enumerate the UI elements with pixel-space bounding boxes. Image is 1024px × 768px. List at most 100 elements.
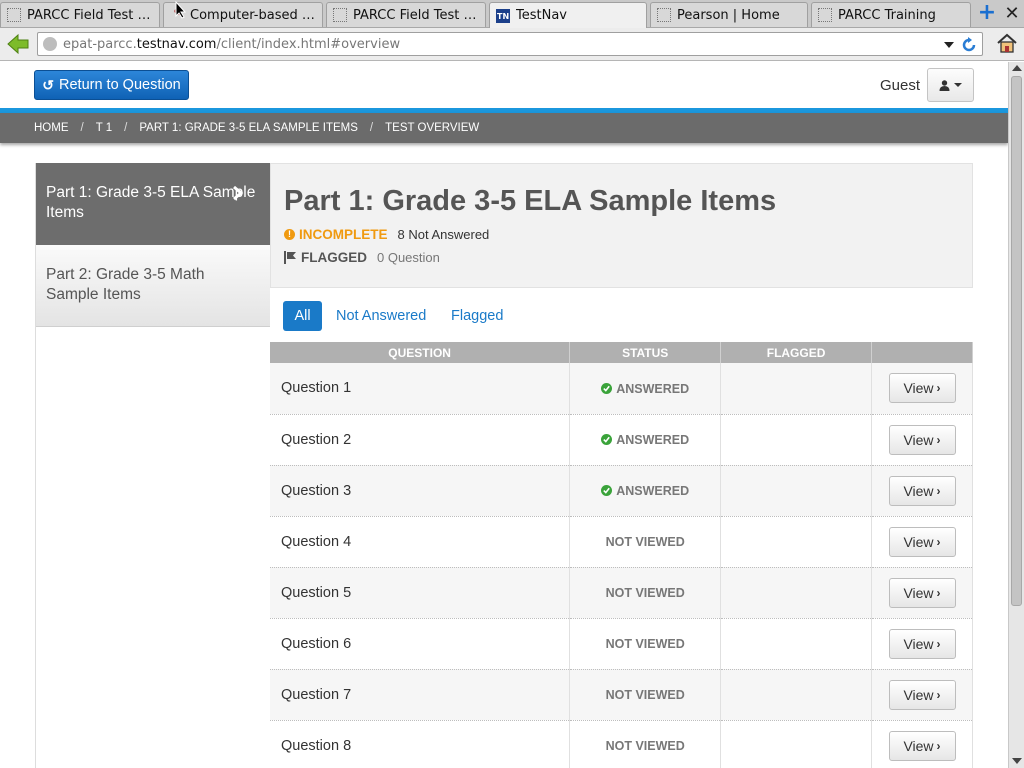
completion-status: ! INCOMPLETE 8 Not Answered [284, 227, 489, 242]
page-scrollbar[interactable] [1008, 62, 1024, 768]
question-name: Question 5 [270, 567, 571, 619]
table-row: Question 8 NOT VIEWED View › [270, 720, 973, 768]
browser-tab[interactable]: PARCC Training [811, 2, 971, 27]
question-action: View › [871, 363, 973, 415]
view-label: View [903, 431, 934, 448]
sidebar-item-label: Part 2: Grade 3-5 Math Sample Items [46, 266, 205, 303]
status-label: ANSWERED [616, 432, 690, 447]
question-action: View › [871, 567, 973, 619]
user-icon [939, 79, 950, 91]
table-row: Question 3 ANSWERED View › [270, 465, 973, 517]
table-row: Question 4 NOT VIEWED View › [270, 516, 973, 568]
view-label: View [903, 686, 934, 703]
question-action: View › [871, 465, 973, 517]
caret-down-icon [954, 83, 962, 87]
filter-all-button[interactable]: All [283, 301, 322, 331]
filter-flagged-button[interactable]: Flagged [451, 301, 503, 331]
view-question-button[interactable]: View › [888, 577, 956, 608]
scroll-down-icon[interactable] [1012, 758, 1022, 764]
section-sidebar: Part 1: Grade 3-5 ELA Sample Items Part … [35, 163, 271, 768]
question-status: NOT VIEWED [569, 567, 722, 619]
table-row: Question 6 NOT VIEWED View › [270, 618, 973, 670]
view-label: View [903, 584, 934, 601]
question-flagged [720, 363, 873, 415]
view-label: View [903, 533, 934, 550]
question-name: Question 3 [270, 465, 571, 517]
back-arrow-icon[interactable] [6, 32, 30, 56]
dropdown-arrow-icon[interactable] [944, 42, 954, 48]
view-label: View [903, 482, 934, 499]
view-question-button[interactable]: View › [888, 373, 956, 404]
tab-label: PARCC Training [838, 7, 936, 23]
scrollbar-thumb[interactable] [1011, 76, 1022, 606]
incomplete-label: INCOMPLETE [299, 227, 388, 242]
browser-tab-active[interactable]: TN TestNav [489, 2, 647, 28]
home-icon[interactable] [996, 32, 1018, 54]
breadcrumb-separator: / [124, 122, 128, 134]
question-flagged [720, 414, 873, 466]
check-circle-icon [601, 383, 613, 394]
sidebar-item-part-2[interactable]: Part 2: Grade 3-5 Math Sample Items [36, 245, 271, 327]
page-content: ↺ Return to Question Guest HOME / T 1 / … [0, 62, 1008, 768]
close-icon[interactable]: ✕ [1002, 3, 1022, 25]
chevron-right-icon: › [936, 432, 941, 447]
return-to-question-button[interactable]: ↺ Return to Question [34, 70, 189, 100]
testnav-icon: TN [496, 8, 510, 23]
tab-label: Pearson | Home [677, 7, 780, 23]
new-tab-icon[interactable]: + [976, 2, 998, 25]
table-row: Question 5 NOT VIEWED View › [270, 567, 973, 619]
flagged-status: FLAGGED 0 Question [284, 250, 440, 265]
view-question-button[interactable]: View › [888, 526, 956, 557]
view-label: View [903, 380, 934, 397]
breadcrumb: HOME / T 1 / PART 1: GRADE 3-5 ELA SAMPL… [0, 113, 1008, 143]
chevron-right-icon: › [936, 381, 941, 396]
question-status: NOT VIEWED [569, 669, 722, 721]
user-menu-button[interactable] [927, 68, 974, 102]
return-label: Return to Question [59, 77, 181, 93]
question-action: View › [871, 669, 973, 721]
chevron-right-icon: › [936, 483, 941, 498]
browser-tab[interactable]: Pearson | Home [650, 2, 808, 27]
question-flagged [720, 465, 873, 517]
question-name: Question 7 [270, 669, 571, 721]
question-status: NOT VIEWED [569, 516, 722, 568]
section-overview: Part 1: Grade 3-5 ELA Sample Items ! INC… [270, 163, 973, 768]
breadcrumb-part[interactable]: PART 1: GRADE 3-5 ELA SAMPLE ITEMS [139, 122, 358, 134]
question-status: NOT VIEWED [569, 720, 722, 768]
view-question-button[interactable]: View › [888, 475, 956, 506]
chevron-right-icon: › [936, 636, 941, 651]
globe-icon [43, 37, 57, 51]
address-bar[interactable]: epat-parcc.testnav.com/client/index.html… [37, 32, 983, 56]
filter-not-answered-button[interactable]: Not Answered [336, 301, 426, 331]
page-icon [657, 8, 671, 22]
breadcrumb-test[interactable]: T 1 [96, 122, 112, 134]
question-status: ANSWERED [569, 465, 722, 517]
not-answered-count: 8 Not Answered [397, 227, 490, 242]
browser-tab[interactable]: PARCC Field Test … [326, 2, 486, 27]
column-header-question: QUESTION [270, 342, 571, 363]
sidebar-item-part-1[interactable]: Part 1: Grade 3-5 ELA Sample Items [36, 163, 271, 245]
breadcrumb-home[interactable]: HOME [34, 122, 69, 134]
chevron-right-icon [233, 186, 244, 200]
flagged-label: FLAGGED [301, 250, 367, 265]
status-label: ANSWERED [616, 483, 690, 498]
view-question-button[interactable]: View › [888, 424, 956, 455]
browser-tab[interactable]: PARCC Field Test … [0, 2, 160, 27]
page-icon [7, 8, 21, 22]
scroll-up-icon[interactable] [1012, 65, 1022, 71]
address-text[interactable]: epat-parcc.testnav.com/client/index.html… [63, 37, 400, 52]
browser-tab[interactable]: ✎ Computer-based Sa… [163, 2, 323, 27]
status-label: ANSWERED [616, 381, 690, 396]
view-question-button[interactable]: View › [888, 730, 956, 761]
view-question-button[interactable]: View › [888, 679, 956, 710]
incomplete-badge: ! INCOMPLETE [284, 227, 388, 242]
return-arrow-icon: ↺ [42, 76, 54, 93]
reload-icon[interactable] [960, 36, 978, 54]
view-question-button[interactable]: View › [888, 628, 956, 659]
question-action: View › [871, 516, 973, 568]
question-table: QUESTION STATUS FLAGGED Question 1 ANSWE… [270, 342, 973, 768]
flagged-badge: FLAGGED [284, 250, 367, 265]
view-label: View [903, 737, 934, 754]
column-header-status: STATUS [569, 342, 722, 363]
section-header: Part 1: Grade 3-5 ELA Sample Items ! INC… [270, 163, 973, 288]
